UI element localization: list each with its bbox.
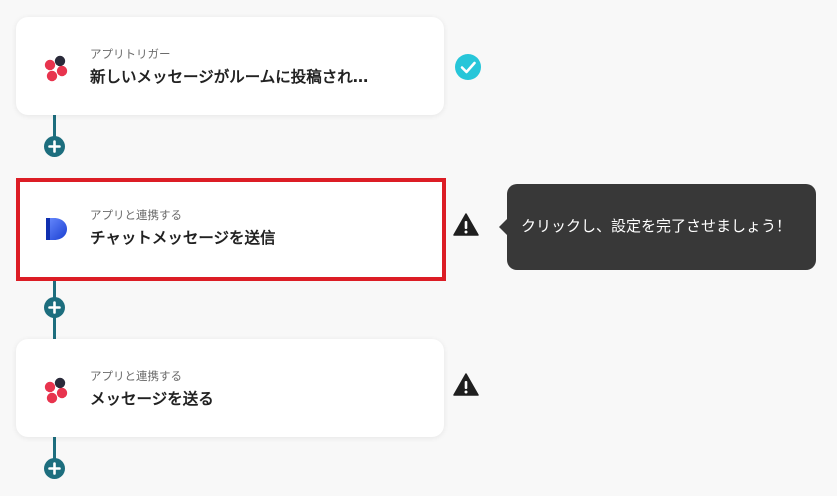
plus-icon (48, 462, 61, 475)
plus-icon (48, 301, 61, 314)
chatwork-icon (42, 376, 70, 404)
dialogue-app-icon (42, 215, 70, 243)
add-step-button[interactable] (44, 458, 65, 479)
add-step-button[interactable] (44, 136, 65, 157)
flow-step-send-chat-message[interactable]: アプリと連携する チャットメッセージを送信 (16, 178, 446, 281)
hint-tooltip: クリックし、設定を完了させましょう！ (499, 184, 816, 270)
step-title: メッセージを送る (90, 390, 214, 408)
step-title: 新しいメッセージがルームに投稿され… (90, 68, 369, 86)
chatwork-icon (42, 54, 70, 82)
check-icon (454, 53, 482, 81)
warning-icon (452, 371, 480, 399)
step-subtitle: アプリと連携する (90, 369, 182, 383)
plus-icon (48, 140, 61, 153)
warning-icon (452, 211, 480, 239)
step-subtitle: アプリトリガー (90, 47, 171, 61)
step-subtitle: アプリと連携する (90, 208, 182, 222)
add-step-button[interactable] (44, 297, 65, 318)
tooltip-text: クリックし、設定を完了させましょう！ (521, 217, 792, 235)
flow-step-send-message[interactable]: アプリと連携する メッセージを送る (16, 339, 444, 437)
step-title: チャットメッセージを送信 (90, 229, 276, 247)
tooltip-arrow (499, 219, 507, 235)
flow-step-trigger[interactable]: アプリトリガー 新しいメッセージがルームに投稿され… (16, 17, 444, 115)
